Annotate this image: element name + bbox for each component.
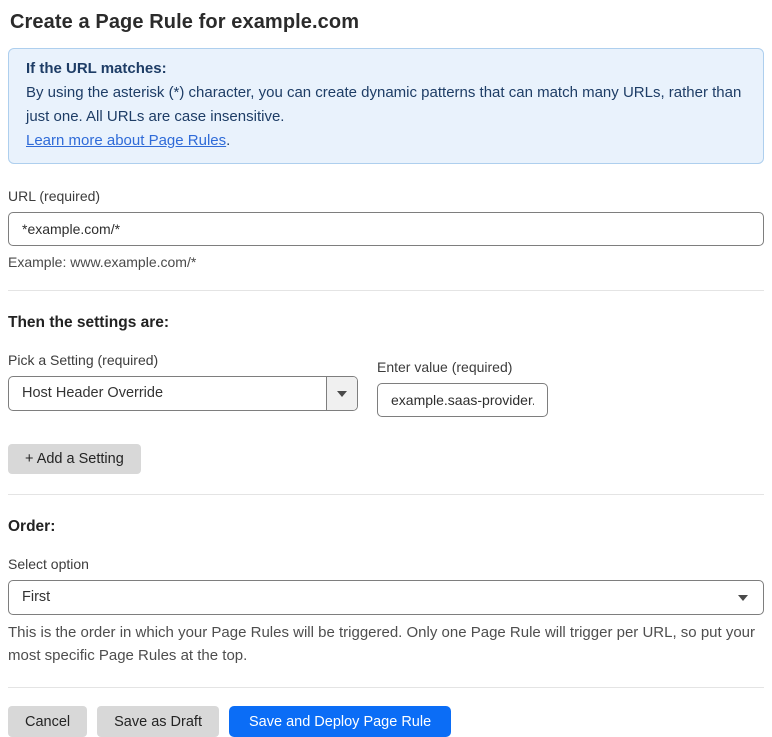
order-select-label: Select option: [8, 556, 89, 572]
pick-setting-column: Pick a Setting (required) Host Header Ov…: [8, 352, 358, 411]
url-match-info-box: If the URL matches: By using the asteris…: [8, 48, 764, 164]
chevron-down-icon: [337, 390, 347, 397]
order-help-text: This is the order in which your Page Rul…: [8, 624, 756, 664]
divider: [8, 687, 764, 688]
order-select[interactable]: First: [8, 580, 764, 615]
add-setting-button[interactable]: + Add a Setting: [8, 444, 141, 474]
link-period: .: [226, 132, 231, 149]
url-example-hint: Example: www.example.com/*: [8, 254, 197, 270]
setting-value-input[interactable]: [377, 383, 548, 417]
order-select-value: First: [22, 589, 51, 605]
learn-more-link[interactable]: Learn more about Page Rules: [26, 132, 226, 149]
divider: [8, 290, 764, 291]
url-field-label: URL (required): [8, 188, 101, 204]
info-box-body: By using the asterisk (*) character, you…: [26, 84, 742, 125]
info-box-heading: If the URL matches:: [26, 60, 167, 77]
page-rule-form: Create a Page Rule for example.com If th…: [0, 11, 772, 737]
dropdown-arrow-button[interactable]: [326, 377, 357, 410]
pick-setting-dropdown[interactable]: Host Header Override: [8, 376, 358, 411]
page-title: Create a Page Rule for example.com: [10, 11, 360, 33]
info-box-link-line: Learn more about Page Rules.: [26, 129, 746, 153]
pick-setting-label: Pick a Setting (required): [8, 352, 159, 368]
pick-setting-value: Host Header Override: [22, 385, 164, 401]
url-input[interactable]: [8, 212, 764, 246]
settings-row: Pick a Setting (required) Host Header Ov…: [8, 352, 764, 417]
enter-value-column: Enter value (required): [377, 352, 548, 417]
order-section-heading: Order:: [8, 518, 56, 535]
enter-value-label: Enter value (required): [377, 359, 513, 375]
chevron-down-icon: [738, 594, 763, 601]
divider: [8, 494, 764, 495]
settings-section-heading: Then the settings are:: [8, 314, 170, 331]
